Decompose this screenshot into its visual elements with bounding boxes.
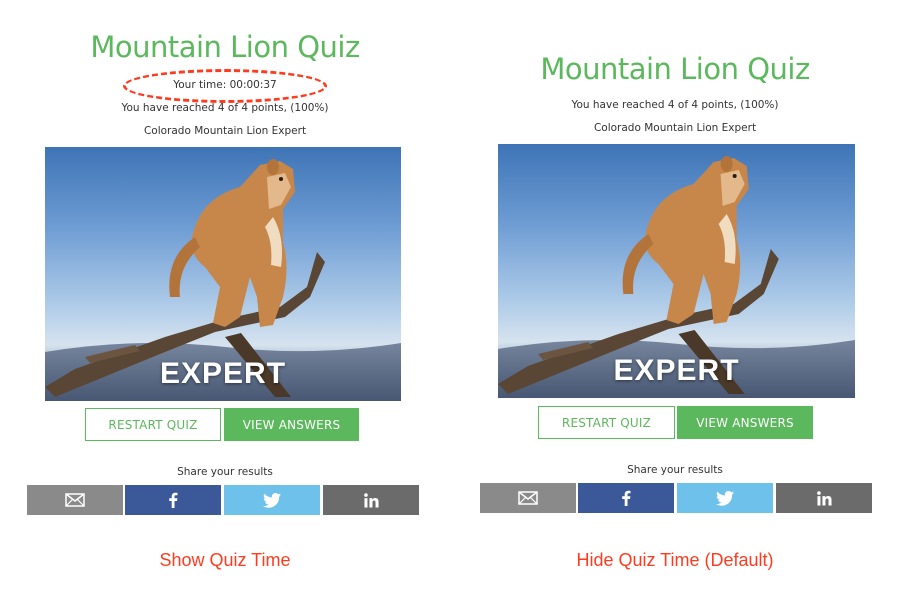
view-answers-button[interactable]: VIEW ANSWERS bbox=[224, 408, 359, 441]
result-rank: Colorado Mountain Lion Expert bbox=[143, 125, 307, 137]
restart-quiz-button[interactable]: RESTART QUIZ bbox=[85, 408, 221, 441]
share-linkedin-button[interactable] bbox=[776, 483, 872, 513]
share-email-button[interactable] bbox=[480, 483, 576, 513]
quiz-title: Mountain Lion Quiz bbox=[540, 52, 810, 86]
facebook-icon bbox=[169, 492, 178, 508]
expert-badge-text: EXPERT bbox=[159, 357, 287, 390]
points-summary: You have reached 4 of 4 points, (100%) bbox=[121, 102, 329, 114]
envelope-icon bbox=[518, 491, 538, 505]
result-image: EXPERT bbox=[498, 144, 855, 398]
expert-badge-text: EXPERT bbox=[613, 354, 740, 387]
right-panel-hide-time: Mountain Lion Quiz You have reached 4 of… bbox=[450, 0, 900, 600]
share-twitter-button[interactable] bbox=[677, 483, 773, 513]
linkedin-icon bbox=[363, 492, 379, 508]
share-facebook-button[interactable] bbox=[125, 485, 221, 515]
points-summary: You have reached 4 of 4 points, (100%) bbox=[571, 99, 779, 111]
quiz-title: Mountain Lion Quiz bbox=[90, 30, 360, 64]
view-answers-button[interactable]: VIEW ANSWERS bbox=[677, 406, 813, 439]
envelope-icon bbox=[65, 493, 85, 507]
facebook-icon bbox=[622, 490, 631, 506]
twitter-icon bbox=[716, 490, 734, 506]
left-panel-show-time: Mountain Lion Quiz Your time: 00:00:37 Y… bbox=[0, 0, 450, 600]
result-image: EXPERT bbox=[45, 147, 401, 401]
share-email-button[interactable] bbox=[27, 485, 123, 515]
result-rank: Colorado Mountain Lion Expert bbox=[593, 122, 757, 134]
linkedin-icon bbox=[816, 490, 832, 506]
share-label: Share your results bbox=[177, 466, 273, 478]
share-label: Share your results bbox=[627, 464, 723, 476]
restart-quiz-button[interactable]: RESTART QUIZ bbox=[538, 406, 675, 439]
hide-quiz-time-caption: Hide Quiz Time (Default) bbox=[576, 550, 774, 570]
share-facebook-button[interactable] bbox=[578, 483, 674, 513]
twitter-icon bbox=[263, 492, 281, 508]
share-linkedin-button[interactable] bbox=[323, 485, 419, 515]
quiz-time: Your time: 00:00:37 bbox=[173, 79, 277, 91]
share-twitter-button[interactable] bbox=[224, 485, 320, 515]
show-quiz-time-caption: Show Quiz Time bbox=[159, 550, 291, 570]
